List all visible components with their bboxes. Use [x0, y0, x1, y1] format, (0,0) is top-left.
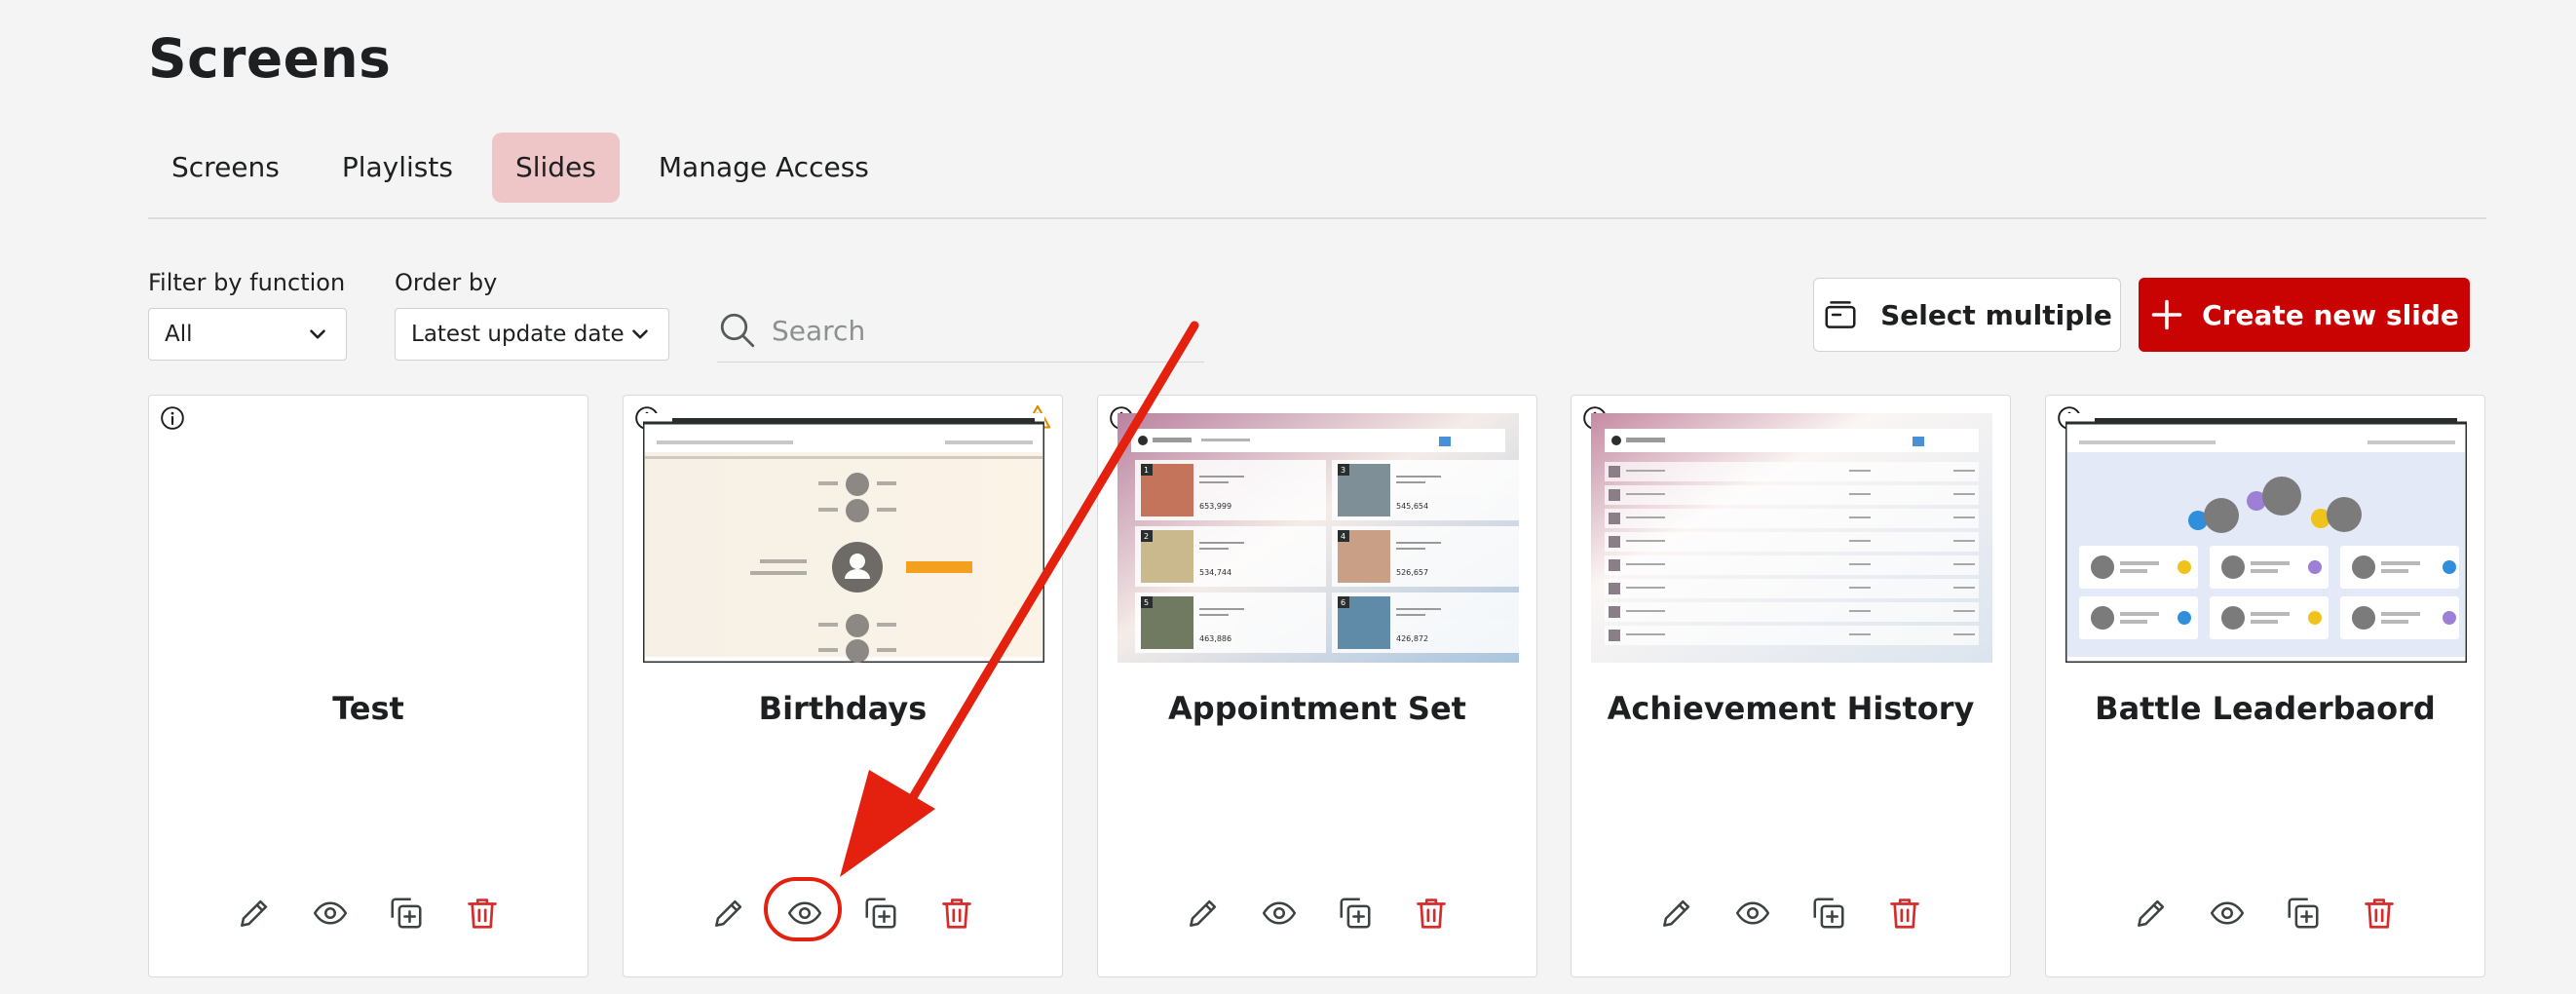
slide-title: Achievement History: [1607, 690, 1975, 727]
function-filter-select[interactable]: All: [148, 308, 347, 361]
slide-title: Test: [332, 690, 404, 727]
delete-icon[interactable]: [1886, 895, 1923, 932]
select-multiple-button[interactable]: Select multiple: [1813, 278, 2121, 352]
chevron-down-icon: [632, 329, 648, 339]
duplicate-icon[interactable]: [1337, 895, 1374, 932]
delete-icon[interactable]: [938, 895, 975, 932]
edit-icon[interactable]: [236, 895, 273, 932]
slide-actions: [2046, 895, 2484, 932]
preview-rank: 1: [1144, 466, 1149, 475]
slide-actions: [1098, 895, 1536, 932]
search-input[interactable]: [770, 313, 1144, 348]
slide-actions: [1572, 895, 2010, 932]
preview-rank: 3: [1341, 466, 1345, 475]
filter-by-function-label: Filter by function: [148, 269, 346, 296]
search-icon: [720, 313, 755, 348]
create-new-slide-button[interactable]: Create new slide: [2139, 278, 2470, 352]
preview-rank: 4: [1341, 532, 1345, 541]
preview-score: 426,872: [1396, 634, 1428, 643]
order-by-label: Order by: [395, 269, 498, 296]
duplicate-icon[interactable]: [388, 895, 425, 932]
tabs-divider: [148, 217, 2486, 219]
preview-score: 463,886: [1199, 634, 1231, 643]
slide-title: Appointment Set: [1168, 690, 1466, 727]
slide-title: Battle Leaderbaord: [2095, 690, 2436, 727]
slide-card[interactable]: Birthdays: [623, 395, 1063, 977]
slide-thumbnail: [1591, 413, 1992, 663]
chevron-down-icon: [310, 329, 325, 339]
preview-score: 526,657: [1396, 568, 1428, 577]
preview-rank: 2: [1144, 532, 1149, 541]
select-multiple-label: Select multiple: [1880, 298, 2112, 331]
edit-icon[interactable]: [710, 895, 747, 932]
order-by-select[interactable]: Latest update date: [395, 308, 669, 361]
tab-screens[interactable]: Screens: [148, 133, 303, 203]
slide-actions: [624, 895, 1062, 932]
order-by-value: Latest update date: [411, 322, 625, 347]
delete-icon[interactable]: [1413, 895, 1450, 932]
tab-slides[interactable]: Slides: [491, 133, 620, 203]
select-multiple-icon: [1825, 301, 1856, 328]
slide-thumbnail: [169, 413, 570, 663]
tab-playlists[interactable]: Playlists: [319, 133, 476, 203]
function-filter-value: All: [165, 322, 193, 347]
preview-eye-icon[interactable]: [312, 895, 349, 932]
edit-icon[interactable]: [1658, 895, 1695, 932]
tab-bar: Screens Playlists Slides Manage Access: [148, 133, 908, 203]
plus-icon: [2151, 299, 2182, 330]
slide-thumbnail: [2065, 413, 2467, 663]
preview-score: 534,744: [1199, 568, 1231, 577]
tab-manage-access[interactable]: Manage Access: [635, 133, 892, 203]
slide-card[interactable]: Test: [148, 395, 588, 977]
edit-icon[interactable]: [2133, 895, 2170, 932]
slide-title: Birthdays: [758, 690, 928, 727]
preview-score: 545,654: [1396, 502, 1428, 511]
annotation-circle: [764, 877, 842, 941]
slide-card[interactable]: Achievement History: [1571, 395, 2011, 977]
edit-icon[interactable]: [1185, 895, 1222, 932]
slide-card[interactable]: 1 3 2 4 5 6 653,999 545,654 534,744 526,…: [1097, 395, 1537, 977]
preview-rank: 5: [1144, 598, 1149, 607]
duplicate-icon[interactable]: [1810, 895, 1847, 932]
delete-icon[interactable]: [2361, 895, 2398, 932]
page-title: Screens: [148, 27, 392, 90]
slide-card[interactable]: Battle Leaderbaord: [2045, 395, 2485, 977]
slide-thumbnail: 1 3 2 4 5 6 653,999 545,654 534,744 526,…: [1118, 413, 1519, 663]
slide-actions: [149, 895, 587, 932]
preview-eye-icon[interactable]: [2209, 895, 2246, 932]
preview-rank: 6: [1341, 598, 1345, 607]
delete-icon[interactable]: [464, 895, 501, 932]
search-box: [717, 299, 1204, 363]
duplicate-icon[interactable]: [2285, 895, 2322, 932]
preview-eye-icon[interactable]: [1734, 895, 1771, 932]
create-new-slide-label: Create new slide: [2202, 298, 2459, 331]
slide-thumbnail: [643, 413, 1044, 663]
preview-eye-icon[interactable]: [1261, 895, 1298, 932]
preview-score: 653,999: [1199, 502, 1231, 511]
duplicate-icon[interactable]: [862, 895, 899, 932]
